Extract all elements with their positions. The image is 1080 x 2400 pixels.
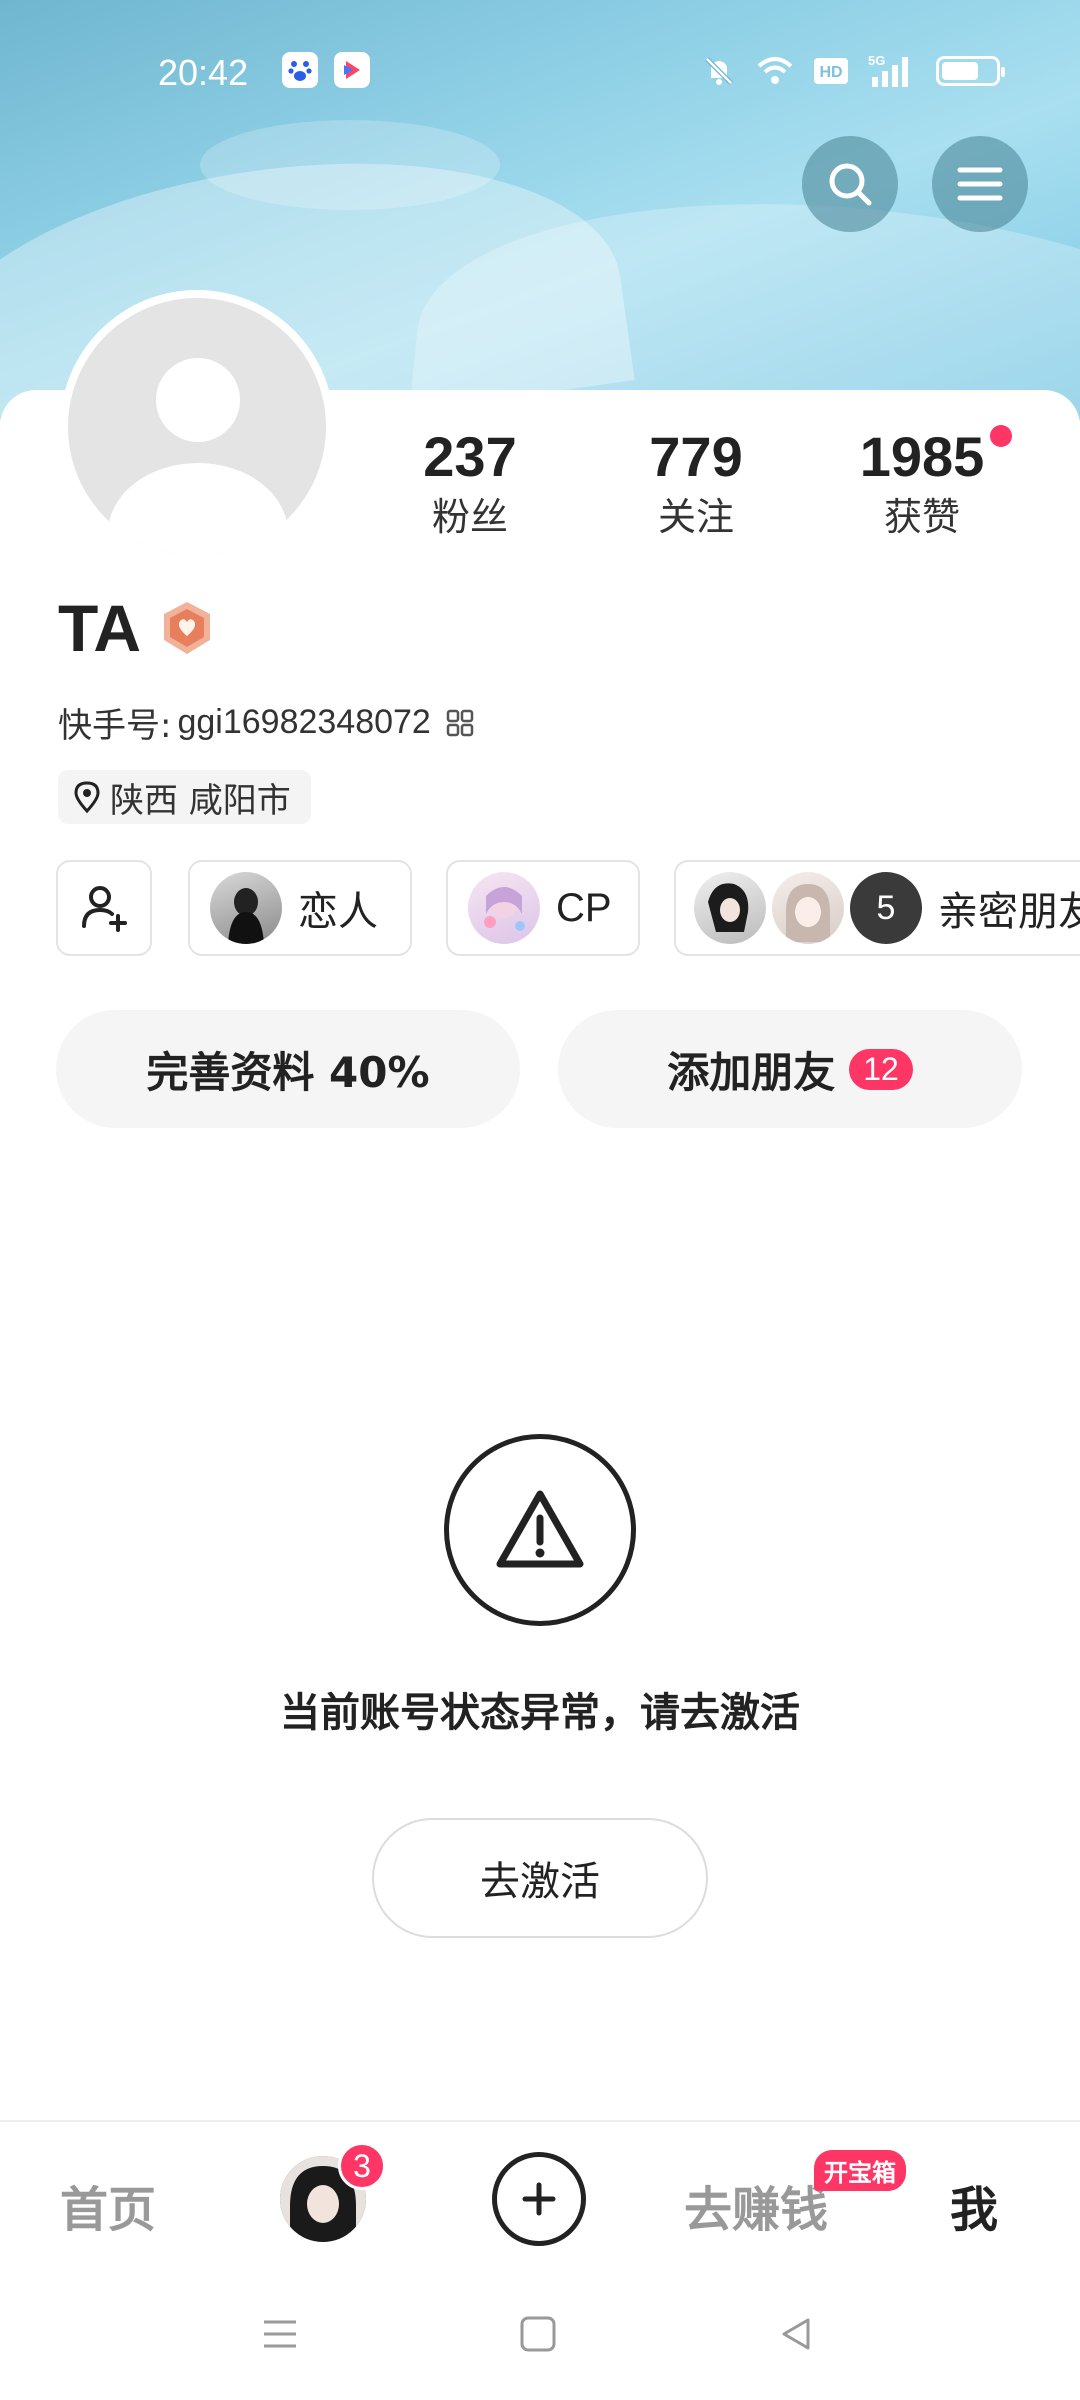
hd-icon: HD [812,52,850,90]
add-friends-label: 添加朋友 [667,1047,836,1097]
stat-likes[interactable]: 1985 获赞 [842,425,1002,545]
back-button[interactable] [772,2310,820,2358]
relationship-row: 恋人 CP 5 亲密朋友 [0,860,1080,956]
menu-icon [957,167,1003,201]
kuaishou-id-label: 快手号: [58,706,172,746]
followers-count: 237 [423,425,517,488]
network-type-label: 5G [868,53,885,68]
activate-button-label: 去激活 [480,1859,600,1905]
kuaishou-id-row[interactable]: 快手号: ggi16982348072 [58,698,475,747]
nav-messages-badge: 3 [338,2142,386,2190]
profile-stats: 237 粉丝 779 关注 1985 获赞 [0,425,1080,545]
add-relation-button[interactable] [56,860,152,956]
warning-icon [444,1434,636,1626]
battery-icon [936,56,1005,86]
qrcode-icon[interactable] [445,708,475,738]
cover-dune [200,120,500,210]
nav-earn[interactable]: 去赚钱 [684,2170,828,2240]
bottom-nav: 首页 3 去赚钱 开宝箱 我 [0,2120,1080,2272]
location-text: 陕西 咸阳市 [110,780,291,821]
likes-count: 1985 [859,425,985,488]
level-badge-icon[interactable] [160,600,214,656]
add-friends-button[interactable]: 添加朋友 12 [558,1010,1022,1128]
signal-icon: 5G [868,52,918,90]
stat-followers[interactable]: 237 粉丝 [390,425,550,545]
relation-close-friends-label: 亲密朋友 [938,889,1080,935]
following-label: 关注 [657,495,734,539]
status-time: 20:42 [158,52,249,93]
profile-name: TA [58,591,142,665]
kuaishou-id-value: ggi16982348072 [177,703,431,741]
back-triangle-icon [782,2318,810,2350]
treasure-box-badge: 开宝箱 [814,2150,906,2191]
close-friends-count: 5 [850,872,922,944]
relation-lover-chip[interactable]: 恋人 [188,860,412,956]
location-chip[interactable]: 陕西 咸阳市 [58,770,311,824]
battery-level [942,62,978,80]
followers-label: 粉丝 [431,495,508,539]
close-friend-avatar [772,872,844,944]
system-nav-bar [0,2280,1080,2400]
following-count: 779 [649,425,743,488]
status-icons: HD 5G [700,52,1005,90]
activate-button[interactable]: 去激活 [372,1818,708,1938]
wifi-icon [756,52,794,90]
plus-icon [522,2182,556,2216]
mute-icon [700,52,738,90]
account-status-message: 当前账号状态异常，请去激活 [280,1690,800,1736]
home-button[interactable] [514,2310,562,2358]
likes-notification-dot [990,425,1012,447]
search-icon [829,163,872,206]
menu-lines-icon [264,2320,296,2348]
video-app-icon [334,52,370,88]
complete-profile-button[interactable]: 完善资料 40% [56,1010,520,1128]
lover-avatar [210,872,282,944]
profile-card [0,390,1080,2400]
menu-button[interactable] [932,136,1028,232]
create-post-button[interactable] [492,2152,586,2246]
relation-cp-chip[interactable]: CP [446,860,640,956]
close-friend-avatar [694,872,766,944]
relation-lover-label: 恋人 [298,889,378,935]
baidu-app-icon [282,52,318,88]
location-pin-icon [74,781,100,814]
nav-me[interactable]: 我 [950,2170,998,2240]
relation-close-friends-chip[interactable]: 5 亲密朋友 [674,860,1080,956]
likes-label: 获赞 [883,495,960,539]
stat-following[interactable]: 779 关注 [616,425,776,545]
status-bar: 20:42 HD 5G [0,44,1080,100]
nav-home[interactable]: 首页 [60,2170,156,2240]
hd-label: HD [819,64,842,81]
relation-cp-label: CP [556,885,612,930]
add-user-icon [82,886,127,932]
add-friends-count-badge: 12 [849,1048,913,1090]
search-button[interactable] [802,136,898,232]
square-icon [520,2316,556,2352]
cp-avatar [468,872,540,944]
complete-profile-label: 完善资料 40% [146,1047,430,1097]
recents-button[interactable] [256,2310,304,2358]
